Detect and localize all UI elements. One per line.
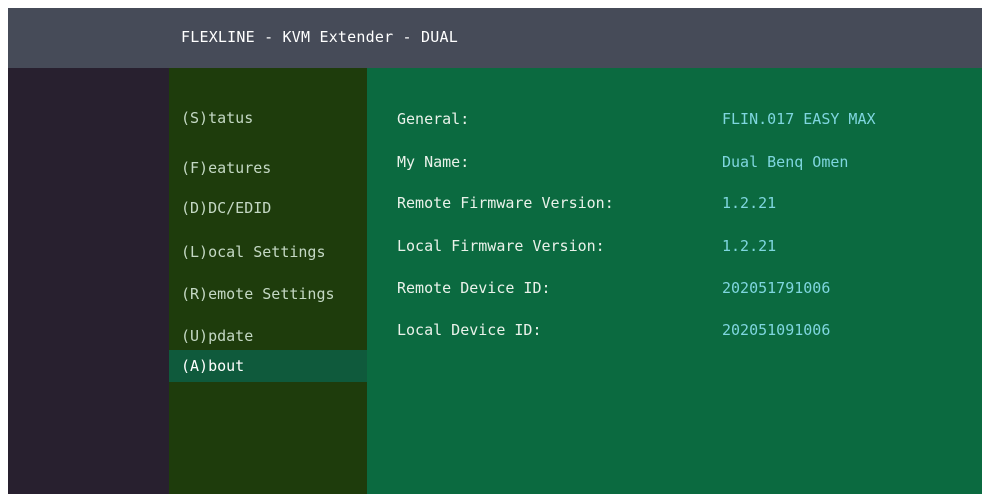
info-value: 202051091006 bbox=[722, 321, 831, 339]
kvm-osd-screen: FLEXLINE - KVM Extender - DUAL (S)tatus … bbox=[8, 8, 982, 494]
info-value: Dual Benq Omen bbox=[722, 153, 849, 171]
info-value: 1.2.21 bbox=[722, 237, 777, 255]
info-label: Local Firmware Version: bbox=[397, 237, 605, 255]
about-panel: General: FLIN.017 EASY MAX My Name: Dual… bbox=[367, 68, 982, 494]
info-value: FLIN.017 EASY MAX bbox=[722, 110, 876, 128]
menu-item-local-settings[interactable]: (L)ocal Settings bbox=[169, 236, 367, 268]
menu-item-remote-settings[interactable]: (R)emote Settings bbox=[169, 278, 367, 310]
left-margin-pane bbox=[8, 68, 169, 494]
menu-item-features[interactable]: (F)eatures bbox=[169, 152, 367, 184]
info-label: Local Device ID: bbox=[397, 321, 542, 339]
window-title: FLEXLINE - KVM Extender - DUAL bbox=[181, 28, 458, 46]
main-menu: (S)tatus (F)eatures (D)DC/EDID (L)ocal S… bbox=[169, 68, 367, 494]
menu-item-status[interactable]: (S)tatus bbox=[169, 102, 367, 134]
info-row-my-name: My Name: Dual Benq Omen bbox=[367, 148, 982, 176]
title-bar: FLEXLINE - KVM Extender - DUAL bbox=[8, 8, 982, 68]
info-row-local-device-id: Local Device ID: 202051091006 bbox=[367, 316, 982, 344]
info-value: 1.2.21 bbox=[722, 194, 777, 212]
info-label: Remote Firmware Version: bbox=[397, 194, 614, 212]
info-row-local-firmware: Local Firmware Version: 1.2.21 bbox=[367, 232, 982, 260]
info-label: General: bbox=[397, 110, 470, 128]
info-label: My Name: bbox=[397, 153, 470, 171]
info-row-general: General: FLIN.017 EASY MAX bbox=[367, 105, 982, 133]
menu-item-about[interactable]: (A)bout bbox=[169, 350, 367, 382]
info-label: Remote Device ID: bbox=[397, 279, 551, 297]
menu-item-update[interactable]: (U)pdate bbox=[169, 320, 367, 352]
info-row-remote-firmware: Remote Firmware Version: 1.2.21 bbox=[367, 189, 982, 217]
info-value: 202051791006 bbox=[722, 279, 831, 297]
info-row-remote-device-id: Remote Device ID: 202051791006 bbox=[367, 274, 982, 302]
menu-item-ddc-edid[interactable]: (D)DC/EDID bbox=[169, 192, 367, 224]
